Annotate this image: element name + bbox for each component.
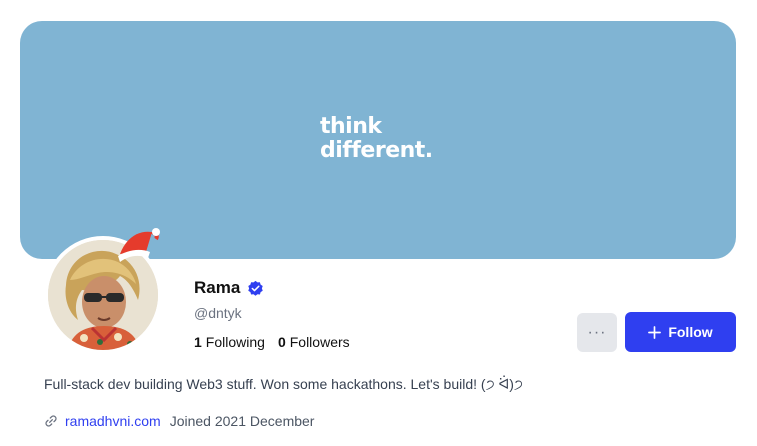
website-link[interactable]: ramadhvni.com bbox=[65, 413, 161, 429]
follow-button[interactable]: Follow bbox=[625, 312, 736, 352]
more-options-icon: ··· bbox=[587, 323, 607, 341]
avatar-wrapper bbox=[44, 228, 162, 354]
profile-meta: ramadhvni.com Joined 2021 December bbox=[44, 413, 314, 429]
plus-icon bbox=[648, 325, 662, 339]
profile-bio: Full-stack dev building Web3 stuff. Won … bbox=[44, 376, 523, 392]
joined-date: Joined 2021 December bbox=[169, 413, 315, 429]
following-label: Following bbox=[205, 334, 265, 350]
cover-banner: think different. bbox=[20, 21, 736, 259]
following-stat[interactable]: 1 Following bbox=[194, 334, 265, 350]
link-icon bbox=[45, 415, 57, 427]
follow-stats: 1 Following 0 Followers bbox=[194, 334, 350, 350]
name-row: Rama bbox=[194, 278, 264, 298]
profile-name: Rama bbox=[194, 278, 241, 297]
profile-page: think different. Rama @dntyk 1 Following… bbox=[0, 0, 757, 446]
cover-text: think different. bbox=[320, 114, 433, 163]
santa-hat-icon bbox=[118, 228, 160, 262]
followers-stat[interactable]: 0 Followers bbox=[278, 334, 350, 350]
more-options-button[interactable]: ··· bbox=[577, 313, 617, 352]
profile-handle: @dntyk bbox=[194, 305, 242, 321]
verified-badge-icon bbox=[248, 280, 264, 296]
followers-count: 0 bbox=[277, 334, 286, 350]
follow-label: Follow bbox=[668, 324, 713, 340]
following-count: 1 bbox=[194, 334, 202, 350]
followers-label: Followers bbox=[289, 334, 350, 350]
